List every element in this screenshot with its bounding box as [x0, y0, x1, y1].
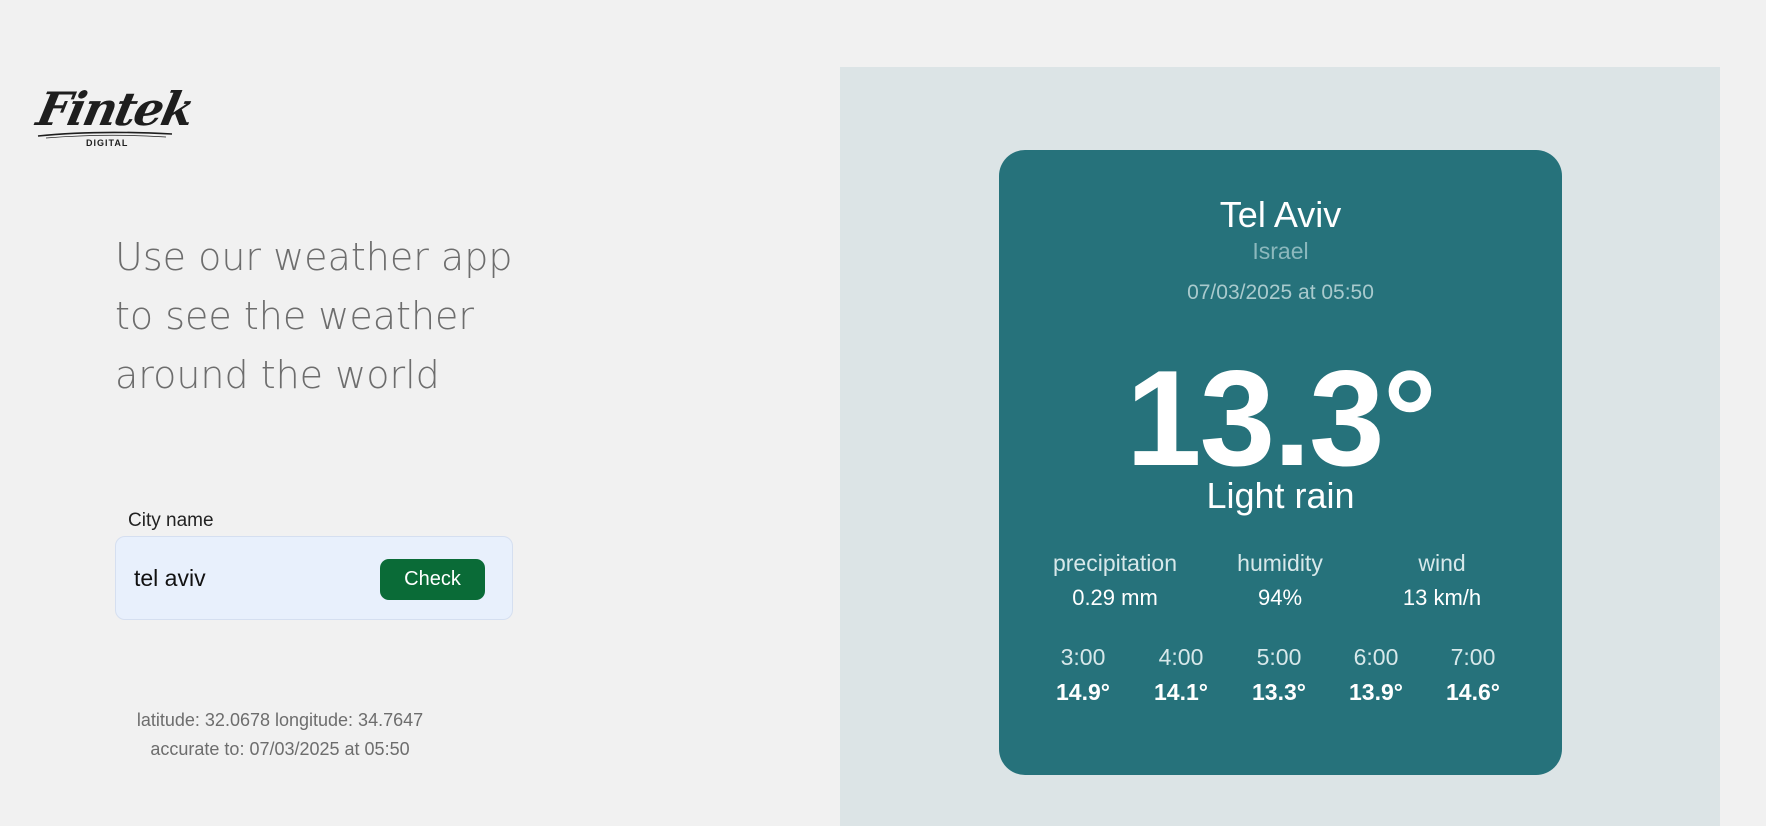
- hourly-time: 3:00: [1060, 644, 1106, 670]
- hourly-forecast-item: 4:00 14.1°: [1131, 644, 1231, 706]
- logo-wordmark: Fintek: [32, 82, 198, 136]
- coordinates-lat-long: latitude: 32.0678 longitude: 34.7647: [136, 710, 424, 730]
- stat-label: humidity: [1237, 550, 1323, 576]
- stat-label: wind: [1418, 550, 1466, 576]
- hourly-temp: 14.1°: [1154, 679, 1208, 705]
- hourly-time: 6:00: [1353, 644, 1399, 670]
- page: Fintek DIGITAL Use our weather app to se…: [0, 0, 1766, 826]
- headline-line-3: around the world: [115, 353, 440, 397]
- coordinates-accuracy: accurate to: 07/03/2025 at 05:50: [150, 739, 410, 759]
- stat-wind: wind 13 km/h: [1352, 550, 1532, 611]
- check-button[interactable]: Check: [380, 559, 485, 600]
- page-headline: Use our weather app to see the weather a…: [115, 228, 535, 405]
- headline-line-1: Use our weather app: [115, 235, 513, 279]
- city-search-form: Check: [115, 536, 513, 620]
- weather-card: Tel Aviv Israel 07/03/2025 at 05:50 13.3…: [999, 150, 1562, 775]
- weather-panel: Tel Aviv Israel 07/03/2025 at 05:50 13.3…: [840, 67, 1720, 826]
- fintek-logo: Fintek DIGITAL: [32, 82, 197, 152]
- hourly-temp: 13.9°: [1349, 679, 1403, 705]
- weather-city-name: Tel Aviv: [1219, 194, 1342, 235]
- stat-label: precipitation: [1052, 550, 1178, 576]
- hourly-forecast-item: 5:00 13.3°: [1229, 644, 1329, 706]
- current-temperature: 13.3°: [1125, 342, 1437, 494]
- stat-precipitation: precipitation 0.29 mm: [1025, 550, 1205, 611]
- hourly-time: 4:00: [1158, 644, 1204, 670]
- hourly-forecast-item: 6:00 13.9°: [1326, 644, 1426, 706]
- stat-value: 13 km/h: [1402, 585, 1482, 610]
- hourly-forecast-item: 7:00 14.6°: [1423, 644, 1523, 706]
- hourly-time: 5:00: [1256, 644, 1302, 670]
- hourly-temp: 14.6°: [1446, 679, 1500, 705]
- city-name-input[interactable]: [134, 559, 364, 597]
- logo-subtext: DIGITAL: [86, 138, 129, 148]
- headline-line-2: to see the weather: [115, 294, 475, 338]
- weather-country: Israel: [1252, 238, 1309, 264]
- hourly-temp: 14.9°: [1056, 679, 1110, 705]
- stat-value: 94%: [1257, 585, 1303, 610]
- weather-datetime: 07/03/2025 at 05:50: [1187, 281, 1374, 304]
- stat-value: 0.29 mm: [1072, 585, 1158, 610]
- hourly-time: 7:00: [1450, 644, 1496, 670]
- hourly-temp: 13.3°: [1252, 679, 1306, 705]
- weather-condition: Light rain: [1206, 475, 1355, 516]
- stat-humidity: humidity 94%: [1190, 550, 1370, 611]
- coordinates-info: latitude: 32.0678 longitude: 34.7647 acc…: [115, 706, 445, 764]
- city-name-label: City name: [128, 510, 214, 531]
- hourly-forecast-item: 3:00 14.9°: [1033, 644, 1133, 706]
